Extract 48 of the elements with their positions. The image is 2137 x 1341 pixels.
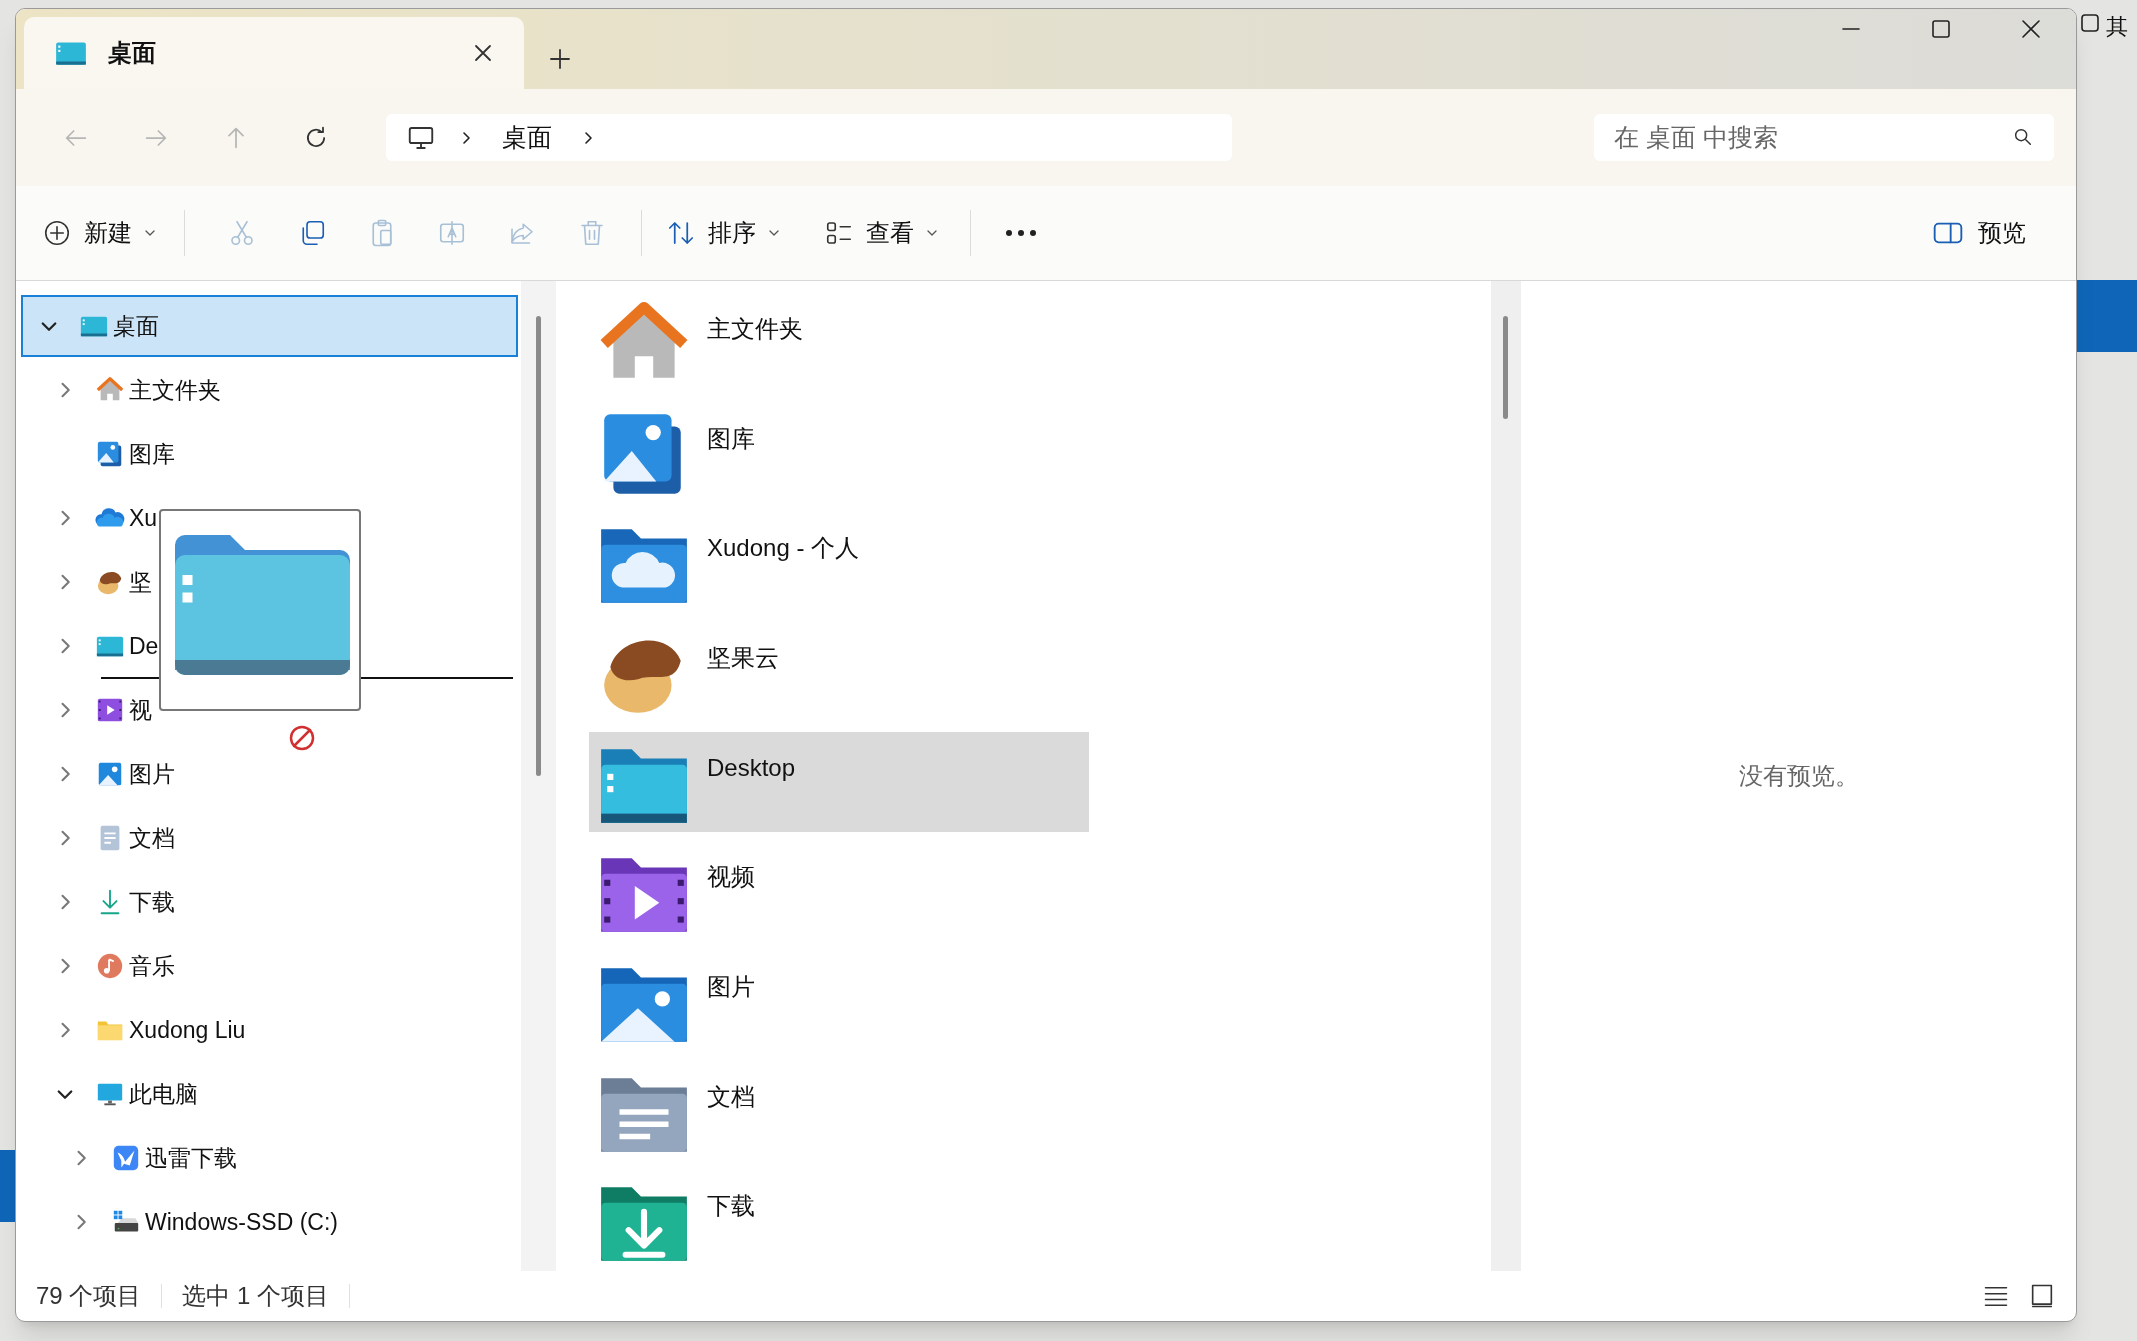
tree-item[interactable]: 图片 <box>21 743 179 805</box>
new-button[interactable]: 新建 <box>36 205 162 261</box>
tree-item[interactable]: 坚 <box>21 551 156 613</box>
no-drop-icon <box>288 724 316 752</box>
preview-message: 没有预览。 <box>1738 761 1859 791</box>
search-field[interactable]: 在 桌面 中搜索 <box>1594 114 2054 161</box>
desktop-label: 其 <box>2106 13 2128 41</box>
preview-button[interactable]: 预览 <box>1922 205 2036 261</box>
new-tab-icon[interactable] <box>548 47 572 71</box>
more-icon[interactable] <box>1003 228 1039 238</box>
selection-count: 选中 1 个项目 <box>182 1281 331 1311</box>
file-item[interactable]: 图库 <box>589 402 1089 504</box>
window-tab[interactable]: 桌面 <box>24 17 524 89</box>
tree-item[interactable]: 文档 <box>21 807 179 869</box>
tree-item[interactable]: 主文件夹 <box>21 359 225 421</box>
breadcrumb[interactable]: 桌面 <box>496 118 558 157</box>
checkbox-icon <box>2080 13 2100 33</box>
sort-button[interactable]: 排序 <box>656 205 790 261</box>
tree-item[interactable]: 桌面 <box>21 295 518 357</box>
plus-circle-icon <box>42 218 72 248</box>
file-item[interactable]: 坚果云 <box>589 622 1089 723</box>
tree-item[interactable]: 图库 <box>21 423 179 485</box>
tree-item[interactable]: Xudong Liu <box>21 999 250 1061</box>
tab-title: 桌面 <box>108 38 157 68</box>
tree-item[interactable]: 迅雷下载 <box>21 1127 241 1189</box>
close-icon[interactable] <box>472 42 494 64</box>
tree-item[interactable]: 下载 <box>21 871 179 933</box>
desktop-panel <box>0 1150 15 1222</box>
file-item[interactable]: Desktop <box>589 731 1089 833</box>
tree-item[interactable]: 此电脑 <box>21 1063 202 1125</box>
tree-item[interactable]: Windows-SSD (C:) <box>21 1191 342 1253</box>
file-item[interactable]: 文档 <box>589 1060 1089 1162</box>
file-item[interactable]: 下载 <box>589 1170 1089 1272</box>
file-item[interactable]: 图片 <box>589 951 1089 1052</box>
scrollbar-thumb[interactable] <box>536 316 541 776</box>
view-button[interactable]: 查看 <box>814 205 948 261</box>
scrollbar-thumb[interactable] <box>1503 316 1508 419</box>
bird-icon <box>111 1143 141 1173</box>
desktop-panel <box>2075 280 2137 352</box>
search-icon[interactable] <box>2012 126 2034 148</box>
file-item[interactable]: Xudong - 个人 <box>589 512 1089 613</box>
file-item[interactable]: 主文件夹 <box>589 293 1089 394</box>
music-note-icon <box>95 951 125 981</box>
address-bar[interactable]: 桌面 <box>386 114 1232 161</box>
file-item[interactable]: 视频 <box>589 841 1089 943</box>
item-count: 79 个项目 <box>36 1281 143 1311</box>
tree-item[interactable]: 视 <box>21 679 156 741</box>
tree-item[interactable]: 音乐 <box>21 935 179 997</box>
